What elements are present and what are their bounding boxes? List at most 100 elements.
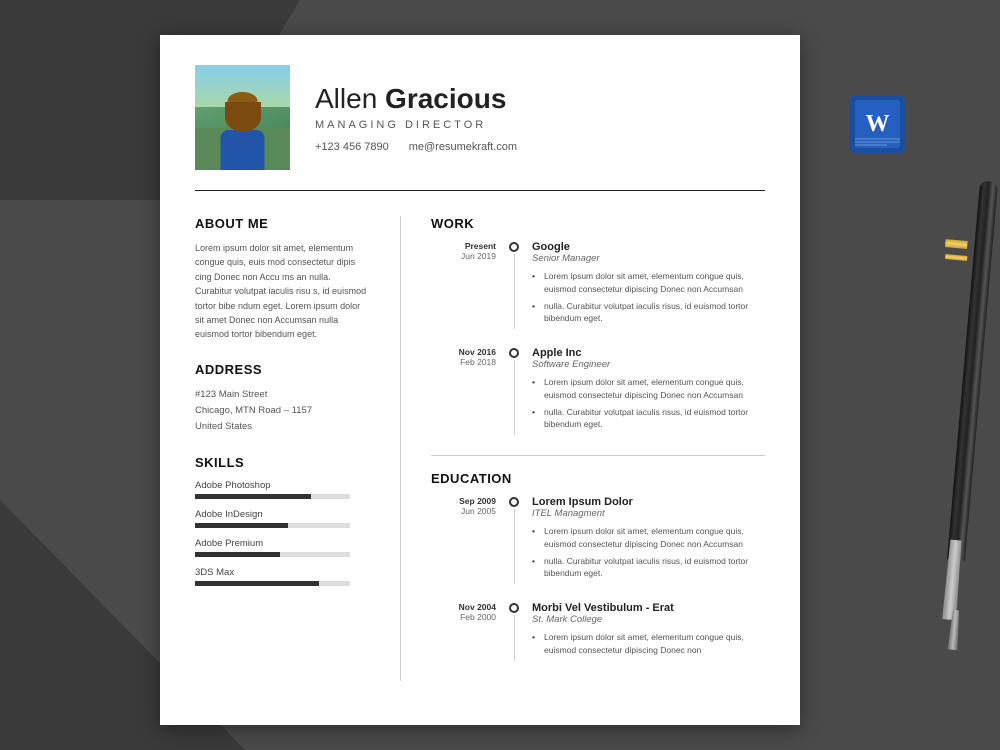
skill-name-4: 3DS Max (195, 567, 370, 578)
skill-bar-fill-3 (195, 552, 280, 557)
edu-bullets-2: Lorem ipsum dolor sit amet, elementum co… (532, 631, 765, 657)
address-line2: Chicago, MTN Road – 1157 (195, 403, 370, 419)
edu-date-top-1: Sep 2009 (431, 496, 496, 506)
work-bullets-1: Lorem ipsum dolor sit amet, elementum co… (532, 270, 765, 325)
edu-bullet-1-1: Lorem ipsum dolor sit amet, elementum co… (532, 525, 765, 551)
skill-bar-bg-3 (195, 552, 350, 557)
timeline-dot-col-1 (506, 241, 522, 329)
left-column: ABOUT ME Lorem ipsum dolor sit amet, ele… (195, 216, 370, 681)
work-role-1: Senior Manager (532, 253, 765, 264)
edu-company-1: Lorem Ipsum Dolor (532, 496, 765, 508)
edu-bullets-1: Lorem ipsum dolor sit amet, elementum co… (532, 525, 765, 580)
skill-item-1: Adobe Photoshop (195, 480, 370, 499)
skills-section: SKILLS Adobe Photoshop Adobe InDesign Ad… (195, 455, 370, 586)
edu-role-1: ITEL Managment (532, 508, 765, 519)
work-bullet-1-2: nulla. Curabitur volutpat iaculis risus,… (532, 300, 765, 326)
edu-date-bottom-1: Jun 2005 (431, 506, 496, 516)
timeline-dot-1 (509, 242, 519, 252)
profile-photo (195, 65, 290, 170)
address-title: ADDRESS (195, 362, 370, 377)
work-bullets-2: Lorem ipsum dolor sit amet, elementum co… (532, 376, 765, 431)
pen-body (947, 181, 998, 561)
header-title: MANAGING DIRECTOR (315, 119, 765, 131)
skill-item-4: 3DS Max (195, 567, 370, 586)
address-lines: #123 Main Street Chicago, MTN Road – 115… (195, 387, 370, 435)
edu-date-top-2: Nov 2004 (431, 602, 496, 612)
edu-role-2: St. Mark College (532, 614, 765, 625)
work-item-1: Present Jun 2019 Google Senior Manager L… (431, 241, 765, 329)
edu-dot-1 (509, 497, 519, 507)
work-content-1: Google Senior Manager Lorem ipsum dolor … (532, 241, 765, 329)
work-company-1: Google (532, 241, 765, 253)
resume-body: ABOUT ME Lorem ipsum dolor sit amet, ele… (160, 191, 800, 706)
edu-date-bottom-2: Feb 2000 (431, 612, 496, 622)
edu-company-2: Morbi Vel Vestibulum - Erat (532, 602, 765, 614)
skill-name-1: Adobe Photoshop (195, 480, 370, 491)
header-name-first: Allen (315, 83, 385, 114)
work-role-2: Software Engineer (532, 359, 765, 370)
education-title: EDUCATION (431, 471, 765, 486)
timeline-line-1 (514, 254, 515, 329)
address-line3: United States (195, 419, 370, 435)
pen-ring1 (945, 239, 968, 249)
education-section: EDUCATION Sep 2009 Jun 2005 Lorem Ipsum … (431, 471, 765, 661)
skill-bar-bg-4 (195, 581, 350, 586)
skill-item-3: Adobe Premium (195, 538, 370, 557)
skill-bar-fill-1 (195, 494, 311, 499)
header-email: me@resumekraft.com (409, 141, 517, 153)
word-icon[interactable]: W (850, 95, 905, 153)
header-name: Allen Gracious (315, 83, 765, 115)
skills-title: SKILLS (195, 455, 370, 470)
timeline-line-2 (514, 360, 515, 435)
column-divider (400, 216, 401, 681)
edu-dot-col-2 (506, 602, 522, 661)
work-bullet-2-1: Lorem ipsum dolor sit amet, elementum co… (532, 376, 765, 402)
skill-name-3: Adobe Premium (195, 538, 370, 549)
work-date-bottom-2: Feb 2018 (431, 357, 496, 367)
edu-content-2: Morbi Vel Vestibulum - Erat St. Mark Col… (532, 602, 765, 661)
resume-card: Allen Gracious MANAGING DIRECTOR +123 45… (160, 35, 800, 725)
work-section: WORK Present Jun 2019 Google Senior Mana… (431, 216, 765, 435)
right-column: WORK Present Jun 2019 Google Senior Mana… (431, 216, 765, 681)
word-icon-lines (855, 137, 900, 147)
skill-bar-fill-2 (195, 523, 288, 528)
skill-bar-bg-1 (195, 494, 350, 499)
edu-dates-2: Nov 2004 Feb 2000 (431, 602, 496, 661)
timeline-dot-2 (509, 348, 519, 358)
edu-item-1: Sep 2009 Jun 2005 Lorem Ipsum Dolor ITEL… (431, 496, 765, 584)
edu-line-2 (514, 615, 515, 661)
skill-item-2: Adobe InDesign (195, 509, 370, 528)
edu-line-1 (514, 509, 515, 584)
timeline-dot-col-2 (506, 347, 522, 435)
header-phone: +123 456 7890 (315, 141, 389, 153)
about-title: ABOUT ME (195, 216, 370, 231)
pen-tip (942, 539, 963, 620)
resume-header: Allen Gracious MANAGING DIRECTOR +123 45… (160, 35, 800, 190)
work-date-bottom-1: Jun 2019 (431, 251, 496, 261)
skill-bar-fill-4 (195, 581, 319, 586)
header-info: Allen Gracious MANAGING DIRECTOR +123 45… (315, 83, 765, 153)
edu-dates-1: Sep 2009 Jun 2005 (431, 496, 496, 584)
work-dates-1: Present Jun 2019 (431, 241, 496, 329)
work-bullet-2-2: nulla. Curabitur volutpat iaculis risus,… (532, 406, 765, 432)
work-item-2: Nov 2016 Feb 2018 Apple Inc Software Eng… (431, 347, 765, 435)
about-text: Lorem ipsum dolor sit amet, elementum co… (195, 241, 370, 342)
work-dates-2: Nov 2016 Feb 2018 (431, 347, 496, 435)
work-date-top-1: Present (431, 241, 496, 251)
edu-content-1: Lorem Ipsum Dolor ITEL Managment Lorem i… (532, 496, 765, 584)
pen-decoration (920, 180, 975, 700)
work-content-2: Apple Inc Software Engineer Lorem ipsum … (532, 347, 765, 435)
edu-item-2: Nov 2004 Feb 2000 Morbi Vel Vestibulum -… (431, 602, 765, 661)
work-company-2: Apple Inc (532, 347, 765, 359)
edu-bullet-2-1: Lorem ipsum dolor sit amet, elementum co… (532, 631, 765, 657)
address-line1: #123 Main Street (195, 387, 370, 403)
work-date-top-2: Nov 2016 (431, 347, 496, 357)
pen-ring2 (945, 254, 967, 261)
work-bullet-1-1: Lorem ipsum dolor sit amet, elementum co… (532, 270, 765, 296)
edu-bullet-1-2: nulla. Curabitur volutpat iaculis risus,… (532, 555, 765, 581)
edu-dot-col-1 (506, 496, 522, 584)
section-divider (431, 455, 765, 456)
edu-dot-2 (509, 603, 519, 613)
skill-bar-bg-2 (195, 523, 350, 528)
work-title: WORK (431, 216, 765, 231)
